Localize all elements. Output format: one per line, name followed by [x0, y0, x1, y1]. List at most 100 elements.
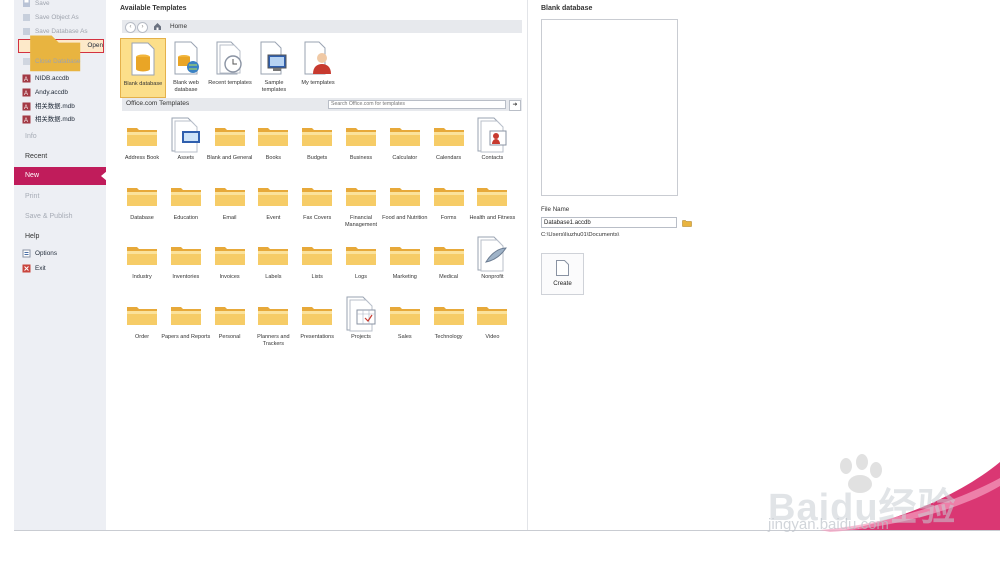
template-lists[interactable]: Lists	[294, 236, 340, 294]
save-label: Save	[35, 0, 50, 7]
template-planners-and-trackers[interactable]: Planners and Trackers	[250, 296, 296, 354]
template-logs[interactable]: Logs	[338, 236, 384, 294]
file-name-input[interactable]: Database1.accdb	[541, 217, 677, 228]
template-sales[interactable]: Sales	[382, 296, 428, 354]
home-breadcrumb[interactable]: Home	[170, 23, 187, 30]
recent-templates-tile[interactable]: Recent templates	[208, 38, 252, 96]
template-personal[interactable]: Personal	[207, 296, 253, 354]
template-calculator[interactable]: Calculator	[382, 117, 428, 175]
template-database[interactable]: Database	[119, 177, 165, 235]
access-file-icon: A	[22, 102, 31, 111]
recent-file-item[interactable]: A NIDB.accdb	[22, 72, 69, 85]
template-financial-management[interactable]: Financial Management	[338, 177, 384, 235]
options-label: Options	[35, 250, 58, 257]
options-item[interactable]: Options	[22, 247, 57, 260]
recent-file-item[interactable]: A Andy.accdb	[22, 86, 68, 99]
folder-icon	[389, 128, 420, 146]
template-projects[interactable]: Projects	[338, 296, 384, 354]
tile-label: Sample templates	[261, 80, 287, 93]
template-email[interactable]: Email	[207, 177, 253, 235]
template-order[interactable]: Order	[119, 296, 165, 354]
blank-database-tile[interactable]: Blank database	[120, 38, 166, 98]
blank-web-database-tile[interactable]: Blank web database	[164, 38, 208, 96]
template-marketing[interactable]: Marketing	[382, 236, 428, 294]
save-item[interactable]: Save	[22, 0, 50, 10]
close-database-icon	[23, 58, 30, 65]
browse-folder-icon[interactable]	[682, 218, 692, 227]
template-presentations[interactable]: Presentations	[294, 296, 340, 354]
template-food-and-nutrition[interactable]: Food and Nutrition	[382, 177, 428, 235]
template-education[interactable]: Education	[163, 177, 209, 235]
template-label: Food and Nutrition	[382, 214, 428, 221]
template-invoices[interactable]: Invoices	[207, 236, 253, 294]
template-label: Personal	[218, 333, 241, 340]
search-go-button[interactable]: ➜	[509, 99, 521, 111]
recent-file-item[interactable]: A 相关数据.mdb	[22, 100, 75, 113]
sample-templates-tile[interactable]: Sample templates	[252, 38, 296, 96]
template-business[interactable]: Business	[338, 117, 384, 175]
access-file-icon: A	[22, 115, 31, 124]
template-label: Calendars	[436, 155, 462, 161]
folder-icon	[258, 247, 289, 265]
template-assets[interactable]: Assets	[163, 117, 209, 175]
save-icon	[23, 0, 30, 7]
template-labels[interactable]: Labels	[250, 236, 296, 294]
close-database-item[interactable]: Close Database	[22, 55, 80, 68]
folder-icon	[302, 247, 333, 265]
open-item[interactable]: Open	[18, 35, 104, 72]
exit-icon	[22, 264, 31, 273]
forward-button[interactable]: ›	[137, 22, 148, 33]
template-label: Video	[485, 333, 500, 340]
home-icon[interactable]	[153, 22, 162, 31]
folder-icon	[170, 306, 201, 325]
print-tab[interactable]: Print	[25, 193, 39, 200]
template-calendars[interactable]: Calendars	[426, 117, 472, 175]
template-books[interactable]: Books	[250, 117, 296, 175]
save-publish-tab[interactable]: Save & Publish	[25, 213, 72, 220]
back-button[interactable]: ‹	[125, 22, 136, 33]
template-video[interactable]: Video	[469, 296, 515, 354]
template-budgets[interactable]: Budgets	[294, 117, 340, 175]
template-search-input[interactable]	[328, 99, 506, 109]
template-address-book[interactable]: Address Book	[119, 117, 165, 175]
template-label: Technology	[434, 333, 463, 340]
create-button[interactable]: Create	[541, 253, 584, 295]
folder-icon	[258, 187, 289, 206]
info-tab[interactable]: Info	[25, 133, 37, 140]
my-templates-tile[interactable]: My templates	[296, 38, 340, 96]
recent-tab[interactable]: Recent	[25, 153, 47, 160]
folder-icon	[433, 128, 464, 146]
open-folder-icon	[30, 35, 81, 72]
folder-icon	[433, 187, 464, 206]
template-event[interactable]: Event	[250, 177, 296, 235]
new-tab[interactable]: New	[14, 167, 107, 185]
template-label: Contacts	[481, 155, 504, 161]
options-icon	[22, 249, 31, 258]
template-label: Papers and Reports	[161, 333, 211, 340]
template-health-and-fitness[interactable]: Health and Fitness	[469, 177, 515, 235]
template-contacts[interactable]: Contacts	[469, 117, 515, 175]
folder-icon	[214, 306, 245, 325]
template-industry[interactable]: Industry	[119, 236, 165, 294]
template-forms[interactable]: Forms	[426, 177, 472, 235]
template-label: Presentations	[300, 333, 334, 340]
template-technology[interactable]: Technology	[426, 296, 472, 354]
exit-item[interactable]: Exit	[22, 262, 46, 275]
template-blank-and-general[interactable]: Blank and General	[207, 117, 253, 175]
template-medical[interactable]: Medical	[426, 236, 472, 294]
folder-icon	[127, 128, 157, 146]
folder-icon	[389, 187, 420, 206]
template-label: Logs	[355, 274, 367, 280]
folder-icon	[258, 128, 289, 146]
template-label: Sales	[397, 333, 412, 340]
template-nonprofit[interactable]: Nonprofit	[469, 236, 515, 294]
folder-icon	[302, 306, 333, 325]
template-label: Budgets	[307, 155, 328, 161]
tile-label: Blank web database	[173, 80, 199, 93]
template-inventories[interactable]: Inventories	[163, 236, 209, 294]
template-papers-and-reports[interactable]: Papers and Reports	[161, 296, 211, 354]
template-fax-covers[interactable]: Fax Covers	[294, 177, 340, 235]
recent-file-item[interactable]: A 相关数据.mdb	[22, 113, 75, 126]
help-tab[interactable]: Help	[25, 233, 39, 240]
folder-icon	[346, 128, 376, 146]
